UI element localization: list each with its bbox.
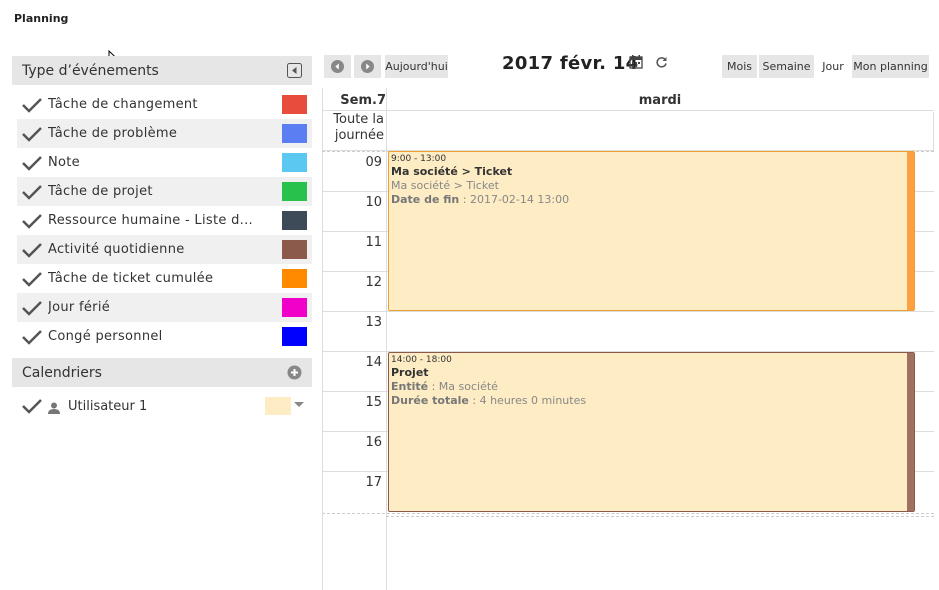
event-detail-value: Ma société (438, 380, 498, 393)
hour-label: 10 (365, 195, 382, 210)
hour-label: 12 (365, 275, 382, 290)
event-type-row[interactable]: Ressource humaine - Liste d... (17, 206, 312, 235)
hour-label: 13 (365, 315, 382, 330)
view-month-button[interactable]: Mois (722, 55, 757, 78)
event-title: Projet (391, 366, 429, 379)
event-type-label: Note (48, 155, 80, 170)
event-type-color-swatch[interactable] (282, 240, 307, 259)
hour-line (322, 311, 934, 312)
day-calendar-grid: Sem.7 mardi Toute la journée 09 10 11 12… (322, 88, 934, 590)
event-type-label: Jour férié (48, 300, 111, 315)
event-color-bar (907, 353, 914, 511)
add-calendar-icon[interactable] (286, 365, 302, 381)
event-detail-key: Durée totale (391, 394, 469, 407)
event-detail-value: 2017-02-14 13:00 (469, 193, 570, 206)
event-detail: Durée totale : 4 heures 0 minutes (391, 394, 587, 407)
checkmark-icon[interactable] (21, 155, 43, 171)
event-type-row[interactable]: Jour férié (17, 293, 312, 322)
checkmark-icon[interactable] (21, 97, 43, 113)
view-day-button[interactable]: Jour (816, 55, 850, 78)
event-type-label: Tâche de changement (48, 97, 198, 112)
event-types-header-label: Type d’événements (22, 62, 159, 79)
view-my-planning-button[interactable]: Mon planning (852, 55, 929, 78)
event-time: 14:00 - 18:00 (391, 355, 452, 365)
calendar-color-swatch[interactable] (265, 397, 291, 415)
calendars-header-label: Calendriers (22, 364, 102, 381)
event-color-bar (907, 152, 914, 310)
page-title: Planning (14, 12, 69, 25)
business-hours-end-line-2 (386, 516, 934, 517)
event-type-color-swatch[interactable] (282, 211, 307, 230)
checkmark-icon[interactable] (21, 242, 43, 258)
event-type-color-swatch[interactable] (282, 327, 307, 346)
checkmark-icon[interactable] (21, 126, 43, 142)
checkmark-icon[interactable] (21, 184, 43, 200)
refresh-icon[interactable] (655, 56, 668, 69)
event-type-color-swatch[interactable] (282, 182, 307, 201)
next-button[interactable] (354, 55, 381, 78)
event-type-color-swatch[interactable] (282, 153, 307, 172)
hour-label: 14 (365, 355, 382, 370)
grid-time-divider (386, 88, 387, 590)
event-type-row[interactable]: Tâche de projet (17, 177, 312, 206)
business-hours-end-line (322, 513, 934, 514)
checkmark-icon[interactable] (21, 300, 43, 316)
current-date-title: 2017 févr. 14 (502, 53, 639, 74)
event-type-row[interactable]: Tâche de changement (17, 90, 312, 119)
event-type-color-swatch[interactable] (282, 269, 307, 288)
prev-button[interactable] (324, 55, 351, 78)
checkmark-icon[interactable] (21, 329, 43, 345)
header-divider (322, 110, 934, 111)
hour-label: 15 (365, 395, 382, 410)
view-week-button[interactable]: Semaine (759, 55, 814, 78)
event-detail-key: Entité (391, 380, 429, 393)
hour-label: 11 (365, 235, 382, 250)
event-type-label: Congé personnel (48, 329, 163, 344)
event-title: Ma société > Ticket (391, 165, 513, 178)
event-type-row[interactable]: Tâche de ticket cumulée (17, 264, 312, 293)
event-type-color-swatch[interactable] (282, 95, 307, 114)
calendar-icon[interactable] (629, 55, 643, 69)
week-number-label: Sem.7 (340, 93, 386, 108)
hour-label: 16 (365, 435, 382, 450)
event-time: 9:00 - 13:00 (391, 154, 447, 164)
calendar-event[interactable]: 14:00 - 18:00 Projet Entité : Ma société… (388, 352, 915, 512)
calendar-event[interactable]: 9:00 - 13:00 Ma société > Ticket Ma soci… (388, 151, 915, 311)
collapse-sidebar-icon[interactable] (286, 63, 302, 79)
calendar-label: Utilisateur 1 (68, 398, 148, 414)
grid-right-border (933, 112, 934, 152)
calendars-header: Calendriers (12, 358, 312, 387)
event-type-color-swatch[interactable] (282, 124, 307, 143)
today-button[interactable]: Aujourd'hui (385, 55, 448, 78)
chevron-left-circle-icon (331, 60, 344, 73)
event-detail-value: 4 heures 0 minutes (479, 394, 587, 407)
checkmark-icon[interactable] (21, 398, 43, 414)
event-detail: Date de fin : 2017-02-14 13:00 (391, 193, 570, 206)
event-type-row[interactable]: Tâche de problème (17, 119, 312, 148)
hour-label: 09 (365, 155, 382, 170)
event-type-row[interactable]: Congé personnel (17, 322, 312, 351)
event-type-label: Tâche de ticket cumulée (48, 271, 214, 286)
checkmark-icon[interactable] (21, 271, 43, 287)
day-name-label: mardi (638, 93, 682, 108)
event-subtitle: Ma société > Ticket (391, 179, 499, 192)
event-type-label: Tâche de problème (48, 126, 178, 141)
event-type-row[interactable]: Activité quotidienne (17, 235, 312, 264)
checkmark-icon[interactable] (21, 213, 43, 229)
event-type-label: Ressource humaine - Liste d... (48, 213, 253, 228)
event-type-row[interactable]: Note (17, 148, 312, 177)
calendar-row[interactable]: Utilisateur 1 (17, 392, 312, 420)
chevron-down-icon[interactable] (294, 402, 304, 407)
event-type-list: Tâche de changement Tâche de problème No… (17, 90, 312, 351)
event-types-header: Type d’événements (12, 56, 312, 85)
hour-label: 17 (365, 475, 382, 490)
event-detail-key: Date de fin (391, 193, 460, 206)
all-day-label: Toute la journée (333, 112, 384, 143)
event-type-label: Tâche de projet (48, 184, 153, 199)
user-icon (48, 402, 60, 414)
event-type-color-swatch[interactable] (282, 298, 307, 317)
event-detail: Entité : Ma société (391, 380, 498, 393)
chevron-right-circle-icon (361, 60, 374, 73)
event-type-label: Activité quotidienne (48, 242, 185, 257)
